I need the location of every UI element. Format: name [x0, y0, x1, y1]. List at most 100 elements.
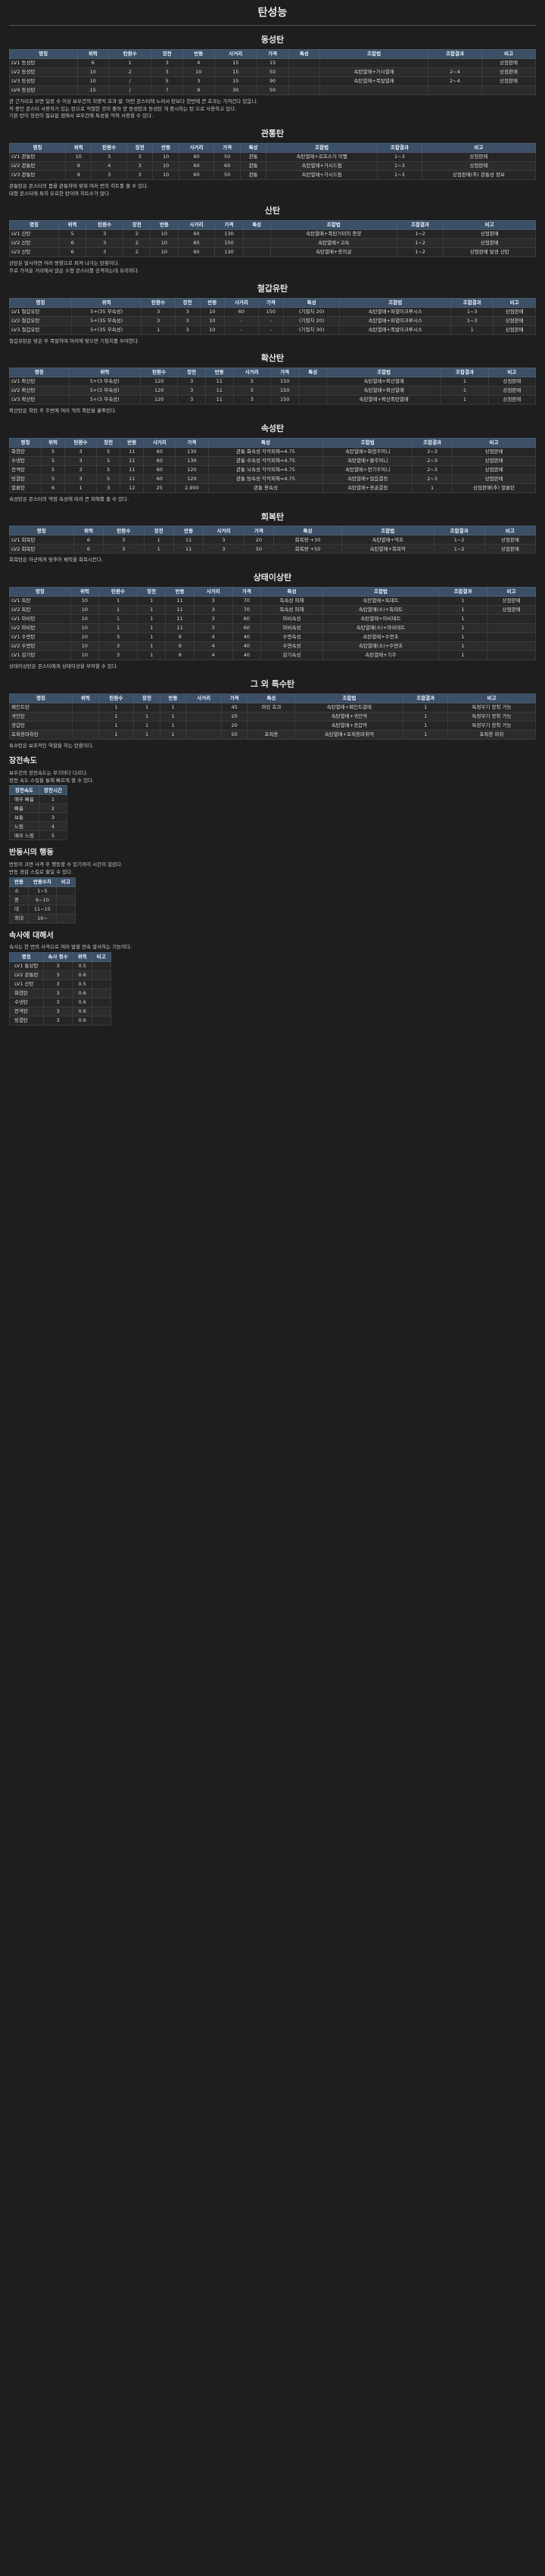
table-cell: -	[224, 315, 259, 326]
table-header-cell: 속사 횟수	[42, 951, 73, 962]
table-header-cell: 사거리	[178, 142, 215, 153]
table-header-cell: 가격	[243, 526, 275, 536]
table-cell: 속탄열매+확산열매	[325, 377, 442, 387]
table-header-cell: 명칭	[9, 587, 71, 597]
table-row: LV1 관통탄 10 3 3 10 60 50 관통 속탄열매+로프스가 이빨 1~3 상점판매	[8, 151, 537, 162]
table-cell: 0.6	[72, 997, 92, 1007]
table-cell: 1	[438, 614, 487, 625]
table-cell: 11	[120, 473, 145, 484]
table-header-row: 명칭 위력 탄환수 장전 반동 사거리 가격 특성 조합법 조합결과 비고	[9, 48, 536, 59]
section-title: 철갑유탄	[257, 283, 288, 293]
table-cell: 빠름	[9, 803, 39, 814]
table-cell: 상점판매	[452, 455, 536, 466]
table-cell: 속탄열매+귀인약	[294, 711, 404, 722]
table-cell: 10	[76, 67, 110, 77]
subsection-title: 장전속도	[9, 757, 37, 766]
table-header-cell: 특성	[207, 437, 324, 448]
table-header-cell: 가격	[214, 220, 244, 231]
table-cell: 130	[214, 247, 244, 258]
table-cell: LV2 관통탄	[9, 970, 44, 980]
section-title: 확산탄	[260, 353, 285, 364]
table-cell	[91, 979, 111, 989]
table-header-cell: 조합결과	[396, 220, 444, 231]
table-cell: 3	[232, 395, 271, 405]
table-cell: 1	[159, 702, 187, 712]
table-cell: 2~3	[412, 446, 453, 457]
table-cell	[91, 1015, 111, 1026]
table-cell: 5	[41, 464, 66, 475]
table-header-cell: 장전	[133, 693, 160, 703]
table-row: LV1 산탄 5 3 2 10 60 130 속탄열매+폭탄거미의 종양 1~2 상점판매	[8, 229, 536, 240]
table-cell: 회복량 +50	[273, 544, 342, 554]
table-header-cell: 위력	[76, 48, 110, 59]
table-cell: 3	[86, 229, 124, 240]
table-row: LV3 관통탄 9 3 3 10 60 50 관통 속탄열매+가시드림 1~3 상점판매(추) 관통…	[8, 169, 537, 180]
table-cell: 1	[133, 711, 160, 722]
table-cell: 11	[165, 614, 195, 625]
table-cell: 3	[203, 544, 244, 554]
table-cell: 대	[9, 904, 29, 914]
table-cell: 1	[438, 632, 487, 643]
table-cell	[242, 229, 271, 240]
table-cell: 페인트탄	[8, 702, 73, 712]
table-cell	[298, 395, 327, 405]
table-row: LV2 동성탄 10 2 3 10 15 50 속탄열매+가시열매 2~4 상점판매	[9, 67, 536, 77]
subsection-note: 반동 경감 스킬로 줄일 수 있다.	[9, 868, 73, 875]
table-cell: 15	[256, 57, 289, 68]
table-cell: 속탄열매+독테트	[322, 596, 440, 607]
table-cell: LV1 동성탄	[9, 57, 78, 68]
table-cell: 4	[91, 160, 128, 171]
table-cell: 5	[58, 229, 87, 240]
table-cell: 150	[269, 386, 300, 396]
table-cell	[487, 614, 536, 625]
table-cell: 1	[136, 641, 167, 652]
table-cell: 최대	[9, 913, 29, 923]
table-row: 경갑탄 1 1 1 20 속탄열매+경갑약 1 특정무기 장착 가능	[8, 720, 536, 731]
table-cell: 1	[133, 702, 160, 712]
table-cell	[319, 57, 429, 68]
section-title: 그 외 특수탄	[250, 678, 295, 689]
table-header-row: 명칭 위력 탄환수 장전 반동 사거리 가격 특성 조합법 조합결과 비고	[9, 297, 536, 308]
table-cell	[298, 386, 327, 396]
table-cell: 10	[70, 632, 100, 643]
table-cell: 3	[177, 377, 206, 387]
table-cell: 150	[269, 395, 300, 405]
table-cell: 속탄열매+확산열매	[325, 386, 442, 396]
table-cell: 3	[126, 160, 154, 171]
table-cell: 중	[9, 895, 29, 905]
data-table: 명칭 위력 탄환수 장전 반동 사거리 가격 특성 조합법 조합결과 비고 LV1 철갑유탄 5+(35…	[9, 297, 536, 335]
extras-container: 장전속도 보우건의 장전속도는 무기마다 다르다. 장전 속도 스킬을 통해 빠르게…	[9, 756, 536, 1026]
table-cell: 3	[151, 67, 183, 77]
table-header-cell: 비고	[91, 951, 111, 962]
table-header-cell: 비고	[481, 48, 536, 59]
table-cell: 1	[450, 324, 494, 335]
table-cell: 11	[165, 623, 195, 634]
table-cell: -	[224, 324, 259, 335]
table-cell: 0.6	[72, 970, 92, 980]
table-header-cell: 반동	[173, 526, 204, 536]
table-header-cell: 장전	[96, 437, 121, 448]
table-header-cell: 조합결과	[377, 142, 422, 153]
table-cell: 9	[65, 169, 92, 180]
table-cell: 3	[126, 169, 154, 180]
table-cell: 상점판매	[443, 238, 536, 249]
table-cell: 15	[76, 85, 110, 95]
table-cell: 1	[136, 623, 167, 634]
data-table: 명칭 위력 탄환수 장전 반동 사거리 가격 특성 조합법 조합결과 비고 LV1 관통탄 10 3 3 10…	[8, 142, 537, 180]
table-cell	[72, 702, 99, 712]
table-cell: 상점판매	[487, 377, 537, 387]
table-row: LV2 관통탄 9 4 3 10 60 60 관통 속탄열매+가시드림 1~3 상점판매	[8, 160, 537, 171]
table-cell: 속탄열매+기주	[322, 650, 440, 661]
table-cell: 속탄열매+경갑약	[294, 720, 404, 731]
table-cell: 1	[141, 324, 176, 335]
table-cell: LV1 감기탄	[9, 650, 71, 661]
table-header-cell: 반동	[199, 297, 226, 308]
table-cell: 120	[175, 473, 209, 484]
table-cell: 50	[213, 151, 241, 162]
table-cell	[288, 76, 321, 86]
table-header-cell: 탄환수	[91, 142, 128, 153]
table-cell: 5+(3 무속성)	[68, 395, 141, 405]
table-cell: 1	[108, 57, 152, 68]
table-cell: 포획용	[247, 729, 296, 740]
table-cell: 1	[403, 729, 449, 740]
